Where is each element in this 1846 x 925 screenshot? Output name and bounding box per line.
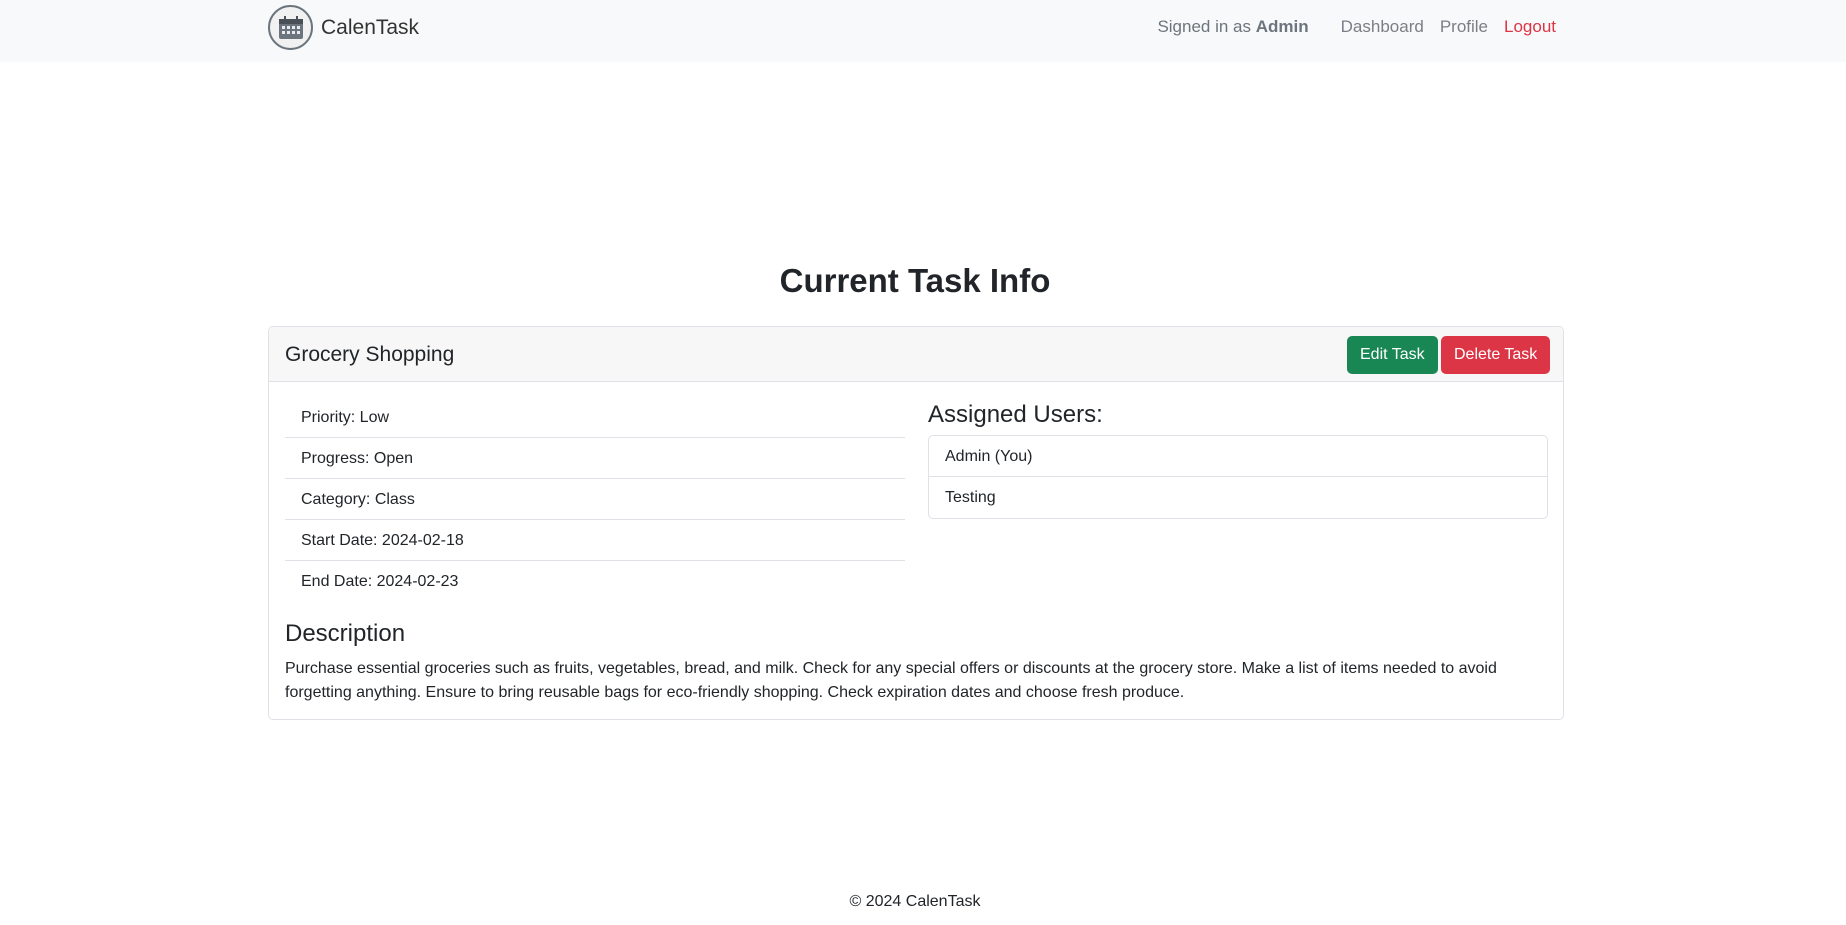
task-description: Purchase essential groceries such as fru… bbox=[285, 660, 1497, 701]
task-card-header: Grocery Shopping Edit Task Delete Task bbox=[269, 327, 1563, 382]
signed-in-prefix: Signed in as bbox=[1157, 17, 1252, 36]
nav-dashboard-link[interactable]: Dashboard bbox=[1341, 17, 1424, 37]
description-heading: Description bbox=[285, 620, 406, 647]
edit-task-button[interactable]: Edit Task bbox=[1347, 336, 1438, 374]
footer: © 2024 CalenTask bbox=[0, 893, 1830, 911]
assigned-user-item: Testing bbox=[945, 489, 996, 506]
assigned-users-heading: Assigned Users: bbox=[928, 401, 1103, 428]
assigned-users-list: Admin (You) Testing bbox=[928, 435, 1548, 519]
task-end-date: End Date: 2024-02-23 bbox=[301, 573, 459, 590]
task-start-date: Start Date: 2024-02-18 bbox=[285, 520, 905, 561]
footer-copyright: © 2024 CalenTask bbox=[849, 893, 981, 910]
signed-in-status: Signed in as Admin bbox=[1157, 17, 1308, 37]
task-progress: Progress: Open bbox=[285, 438, 905, 479]
nav-logout-link[interactable]: Logout bbox=[1504, 17, 1556, 37]
brand-name: CalenTask bbox=[321, 15, 420, 39]
signed-in-user: Admin bbox=[1255, 17, 1309, 36]
assigned-user-item: Admin (You) bbox=[929, 436, 1547, 477]
nav-links: Signed in as Admin Dashboard Profile Log… bbox=[1157, 17, 1556, 37]
navbar: CalenTask Signed in as Admin Dashboard P… bbox=[0, 0, 1846, 62]
task-category: Category: Class bbox=[285, 479, 905, 520]
nav-profile-link[interactable]: Profile bbox=[1440, 17, 1488, 37]
task-details-list: Priority: Low Progress: Open Category: C… bbox=[285, 397, 905, 602]
task-name: Grocery Shopping bbox=[285, 343, 455, 366]
page-title: Current Task Info bbox=[779, 262, 1051, 299]
delete-task-button[interactable]: Delete Task bbox=[1441, 336, 1551, 374]
calendar-icon bbox=[268, 5, 313, 50]
task-priority: Priority: Low bbox=[285, 397, 905, 438]
brand-link[interactable]: CalenTask bbox=[268, 5, 419, 50]
task-card: Grocery Shopping Edit Task Delete Task P… bbox=[268, 326, 1564, 720]
